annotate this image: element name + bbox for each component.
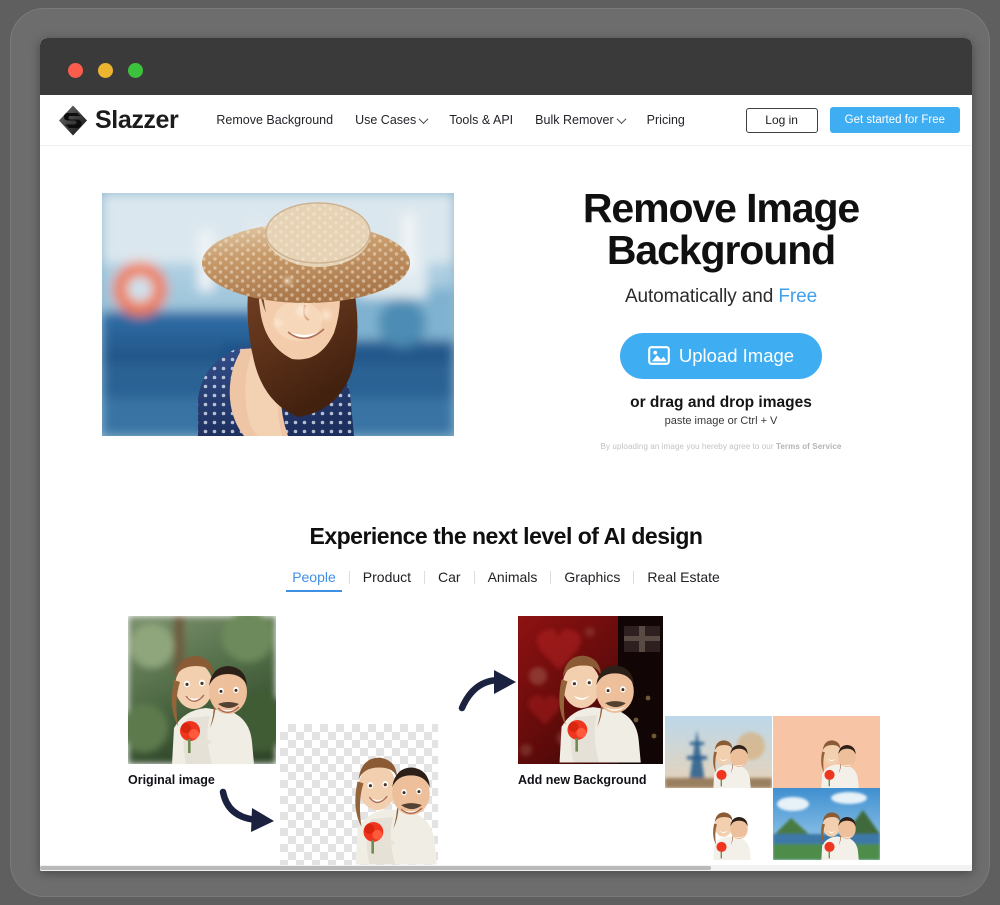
couple-red-heart-background xyxy=(518,616,663,764)
couple-white-background xyxy=(665,788,772,860)
nav-link-pricing[interactable]: Pricing xyxy=(647,113,685,127)
curved-arrow-down-right-icon xyxy=(219,788,274,832)
nav-link-label: Bulk Remover xyxy=(535,113,614,127)
nav-link-label: Use Cases xyxy=(355,113,417,127)
hero-subtitle-prefix: Automatically and xyxy=(624,285,779,307)
horizontal-scrollbar[interactable] xyxy=(40,865,972,871)
curved-arrow-right-icon xyxy=(458,670,516,712)
couple-original-illustration xyxy=(128,616,276,764)
browser-titlebar xyxy=(40,38,972,95)
paste-hint-text: paste image or Ctrl + V xyxy=(664,414,778,427)
tab-label: Animals xyxy=(487,569,538,585)
browser-window: Slazzer Remove Background Use Cases Tool… xyxy=(40,38,972,871)
tab-real-estate[interactable]: Real Estate xyxy=(634,569,732,592)
design-variant-nature[interactable] xyxy=(773,788,880,860)
design-variant-eiffel[interactable] xyxy=(665,716,772,788)
site-navbar: Slazzer Remove Background Use Cases Tool… xyxy=(40,95,972,146)
nav-link-label: Pricing xyxy=(646,113,685,127)
hero-subtitle: Automatically and Free xyxy=(470,286,972,308)
hero-photo-illustration xyxy=(102,193,454,436)
nav-link-label: Remove Background xyxy=(216,113,334,127)
removed-background-thumbnail[interactable] xyxy=(280,724,438,866)
showcase-title: Experience the next level of AI design xyxy=(309,523,703,549)
hero-subtitle-accent: Free xyxy=(778,285,818,307)
slazzer-diamond-logo-icon xyxy=(59,105,87,135)
get-started-button[interactable]: Get started for Free xyxy=(829,107,960,133)
nav-actions: Log in Get started for Free xyxy=(745,107,960,133)
showcase-tabs: People Product Car Animals Graphics Real… xyxy=(40,569,972,592)
window-minimize-button[interactable] xyxy=(98,63,113,78)
horizontal-scrollbar-thumb[interactable] xyxy=(40,866,712,870)
showcase-collage: Original image Add new Background xyxy=(40,616,972,871)
image-upload-icon xyxy=(648,346,670,365)
nav-link-bulk-remover[interactable]: Bulk Remover xyxy=(535,113,627,127)
nav-link-label: Tools & API xyxy=(449,113,514,127)
tab-label: Car xyxy=(438,569,461,585)
tab-label: Real Estate xyxy=(647,569,720,585)
site-logo[interactable]: Slazzer xyxy=(58,105,179,136)
design-variant-white[interactable] xyxy=(665,788,772,860)
window-maximize-button[interactable] xyxy=(128,63,143,78)
terms-notice: By uploading an image you hereby agree t… xyxy=(470,442,972,451)
terms-notice-prefix: By uploading an image you hereby agree t… xyxy=(600,441,776,451)
couple-peach-background xyxy=(773,716,880,788)
nav-link-remove-background[interactable]: Remove Background xyxy=(216,113,333,127)
caption-original-image: Original image xyxy=(128,773,215,787)
hero-copy: Remove Image Background Automatically an… xyxy=(470,185,972,451)
hero-section: Remove Image Background Automatically an… xyxy=(40,146,972,468)
hero-title-line-1: Remove Image xyxy=(582,185,860,231)
original-image-thumbnail[interactable] xyxy=(128,616,276,764)
caption-add-new-background: Add new Background xyxy=(518,773,647,787)
design-variant-peach[interactable] xyxy=(773,716,880,788)
tab-product[interactable]: Product xyxy=(350,569,424,592)
device-frame: Slazzer Remove Background Use Cases Tool… xyxy=(10,8,990,897)
tab-car[interactable]: Car xyxy=(425,569,474,592)
tab-people[interactable]: People xyxy=(279,569,349,592)
couple-nature-background xyxy=(773,788,880,860)
window-close-button[interactable] xyxy=(68,63,83,78)
nav-link-use-cases[interactable]: Use Cases xyxy=(355,113,429,127)
tab-animals[interactable]: Animals xyxy=(475,569,551,592)
terms-of-service-link[interactable]: Terms of Service xyxy=(776,442,841,451)
upload-image-button-label: Upload Image xyxy=(678,344,795,366)
nav-link-tools-api[interactable]: Tools & API xyxy=(449,113,513,127)
tab-label: Product xyxy=(362,569,412,585)
chevron-down-icon xyxy=(616,113,627,124)
new-background-thumbnail[interactable] xyxy=(518,616,663,764)
tab-label: People xyxy=(292,569,336,585)
hero-title-line-2: Background xyxy=(606,226,836,273)
tab-graphics[interactable]: Graphics xyxy=(551,569,633,592)
chevron-down-icon xyxy=(418,113,429,124)
showcase-section: Experience the next level of AI design P… xyxy=(40,468,972,871)
login-button[interactable]: Log in xyxy=(745,107,818,133)
hero-photo xyxy=(102,193,454,436)
page-canvas: Slazzer Remove Background Use Cases Tool… xyxy=(40,95,972,871)
site-logo-text: Slazzer xyxy=(95,105,179,134)
drag-drop-text: or drag and drop images xyxy=(630,393,812,411)
upload-image-button[interactable]: Upload Image xyxy=(620,332,822,379)
couple-eiffel-background xyxy=(665,716,772,788)
tab-label: Graphics xyxy=(564,569,621,585)
nav-links: Remove Background Use Cases Tools & API … xyxy=(216,113,685,127)
page-title: Remove Image Background xyxy=(470,185,972,273)
couple-cutout-illustration xyxy=(355,757,437,865)
